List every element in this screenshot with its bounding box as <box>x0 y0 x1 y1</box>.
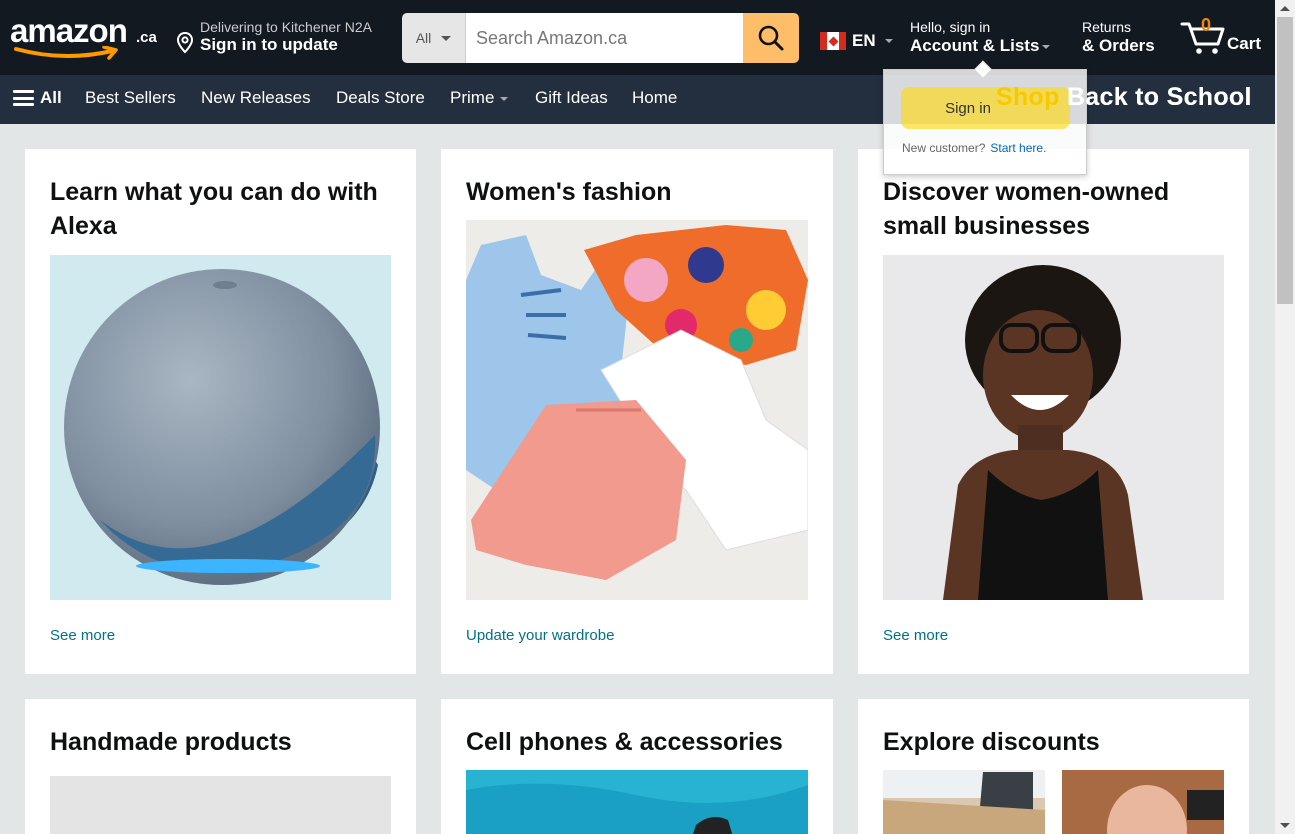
delivery-line2: Sign in to update <box>200 35 338 54</box>
card-link[interactable]: See more <box>50 627 115 644</box>
card-womens-fashion: Women's fashion Update your wardrobe <box>441 149 833 674</box>
logo-text: amazon <box>10 12 128 49</box>
search-category-label: All <box>415 30 432 46</box>
account-lists-menu[interactable]: Hello, sign in Account & Lists <box>910 19 1051 56</box>
nav-link-home[interactable]: Home <box>632 88 677 108</box>
prime-label: Prime <box>450 88 495 107</box>
card-link[interactable]: Update your wardrobe <box>466 627 614 644</box>
logo-suffix: .ca <box>136 29 157 46</box>
chevron-down-icon <box>1042 44 1051 49</box>
card-title: Explore discounts <box>883 728 1100 756</box>
chevron-down-icon <box>500 96 509 101</box>
scroll-down-icon[interactable] <box>1280 823 1290 828</box>
search-icon <box>758 25 784 51</box>
card-alexa: Learn what you can do with Alexa See mor… <box>25 149 416 674</box>
chevron-down-icon <box>884 39 893 43</box>
card-title: Handmade products <box>50 728 292 756</box>
card-link[interactable]: See more <box>883 627 948 644</box>
handmade-image[interactable] <box>50 776 391 834</box>
card-women-owned-business: Discover women-owned small businesses Se… <box>858 149 1249 674</box>
nav-link-prime[interactable]: Prime <box>450 88 509 108</box>
top-navigation-bar: amazon .ca Delivering to Kitchener N2A S… <box>0 0 1275 75</box>
search-button[interactable] <box>743 13 799 63</box>
fashion-clothes-image[interactable] <box>466 220 808 600</box>
logo-smile-icon <box>14 46 118 60</box>
delivery-line1: Delivering to Kitchener N2A <box>200 19 372 35</box>
woman-portrait-image[interactable] <box>883 255 1224 600</box>
returns-label: Returns <box>1082 19 1132 35</box>
search-bar: All <box>402 13 799 63</box>
nav-link-best-sellers[interactable]: Best Sellers <box>85 88 176 108</box>
account-label: Account & Lists <box>910 36 1040 55</box>
search-input[interactable] <box>466 13 743 63</box>
cart-count: 0 <box>1201 15 1212 35</box>
new-customer-text: New customer? <box>902 141 986 155</box>
discounts-image-2[interactable] <box>1062 770 1224 834</box>
canada-flag-icon <box>820 32 846 50</box>
amazon-logo[interactable]: amazon .ca <box>10 12 160 62</box>
search-category-dropdown[interactable]: All <box>402 13 466 63</box>
delivery-location[interactable]: Delivering to Kitchener N2A Sign in to u… <box>176 18 391 58</box>
new-customer-row: New customer? Start here. <box>902 141 1046 155</box>
card-title: Learn what you can do with Alexa <box>50 178 378 240</box>
promo-title-text: Back to School <box>1066 83 1252 111</box>
card-handmade: Handmade products <box>25 699 416 834</box>
promo-shop-text: Shop <box>996 83 1060 111</box>
language-selector[interactable]: EN <box>820 31 893 51</box>
language-label: EN <box>852 31 876 50</box>
echo-speaker-image[interactable] <box>50 255 391 600</box>
account-greeting: Hello, sign in <box>910 19 991 35</box>
cart-button[interactable]: 0 Cart <box>1180 14 1270 60</box>
nav-link-new-releases[interactable]: New Releases <box>201 88 311 108</box>
card-explore-discounts: Explore discounts <box>858 699 1249 834</box>
all-menu-button[interactable]: All <box>13 88 62 108</box>
card-title: Cell phones & accessories <box>466 728 783 756</box>
card-title: Women's fashion <box>466 178 672 206</box>
all-menu-label: All <box>40 88 62 107</box>
nav-link-gift-ideas[interactable]: Gift Ideas <box>535 88 608 108</box>
orders-label: & Orders <box>1082 36 1155 55</box>
scrollbar-thumb[interactable] <box>1277 17 1293 304</box>
back-to-school-promo-overlay[interactable]: Shop Back to School <box>996 83 1252 112</box>
scroll-up-icon[interactable] <box>1280 6 1290 11</box>
location-pin-icon <box>176 32 194 54</box>
page-scrollbar[interactable] <box>1275 0 1295 834</box>
card-title: Discover women-owned small businesses <box>883 178 1170 240</box>
cart-label: Cart <box>1227 34 1262 53</box>
returns-orders-link[interactable]: Returns & Orders <box>1082 19 1155 56</box>
hamburger-menu-icon <box>13 90 34 106</box>
nav-link-deals-store[interactable]: Deals Store <box>336 88 425 108</box>
card-cell-phones: Cell phones & accessories <box>441 699 833 834</box>
discounts-image[interactable] <box>883 770 1045 834</box>
phones-image[interactable] <box>466 770 808 834</box>
start-here-link[interactable]: Start here. <box>990 141 1046 155</box>
chevron-down-icon <box>441 35 452 41</box>
